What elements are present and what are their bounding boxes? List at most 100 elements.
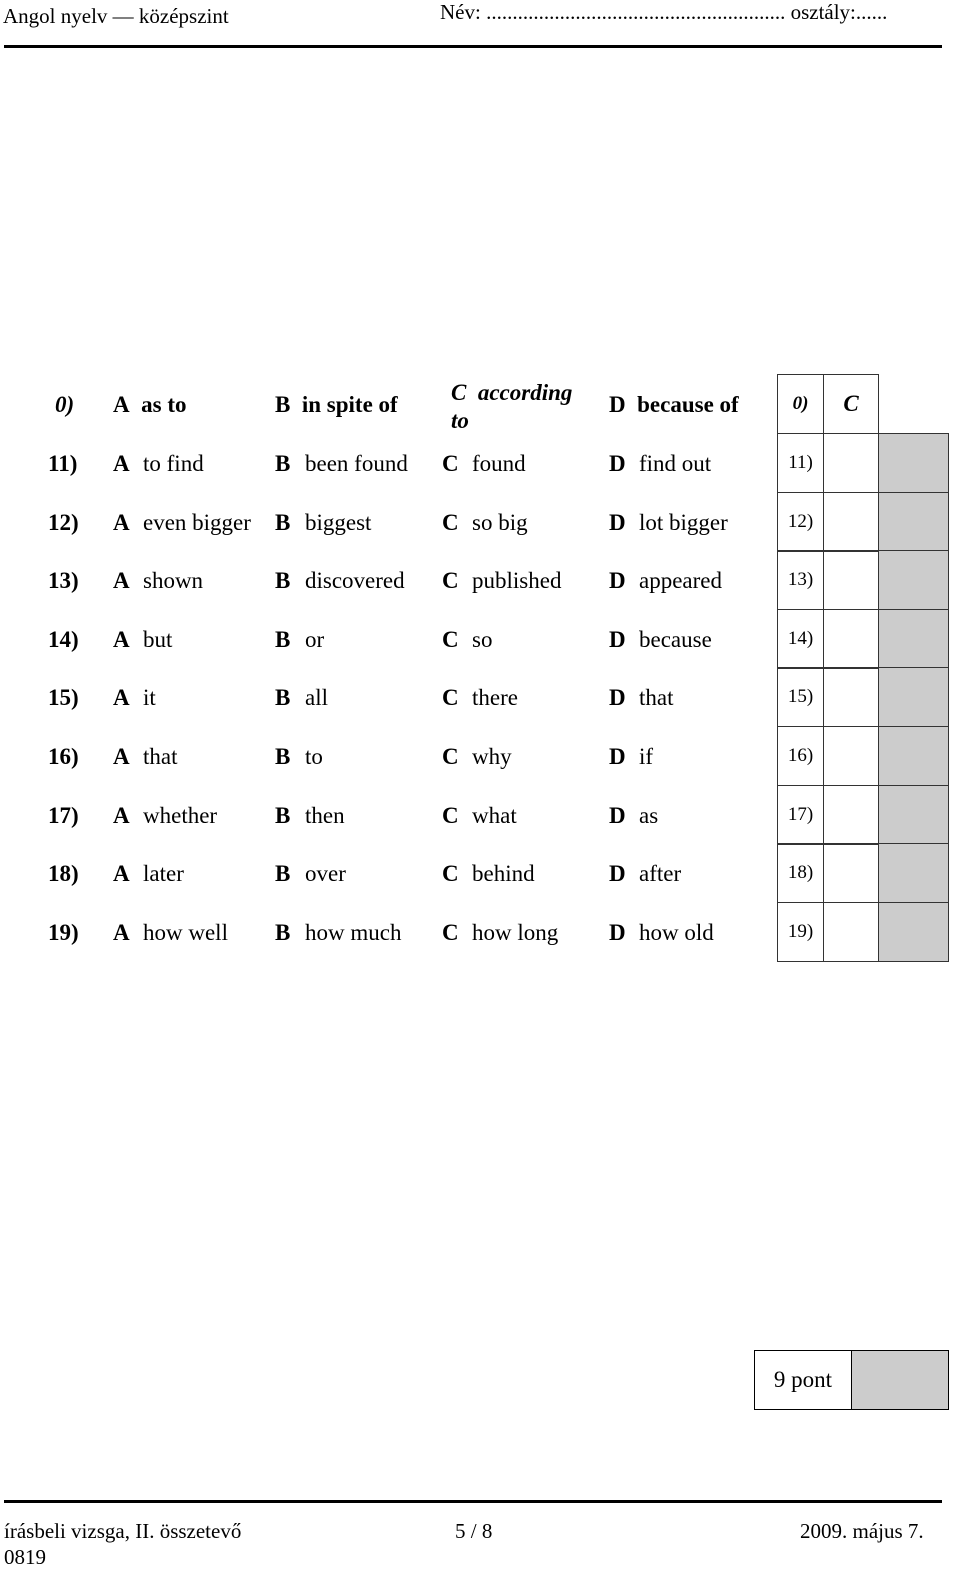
option-text: how much (305, 919, 402, 945)
score-input[interactable] (851, 1350, 949, 1410)
example-option-d: D because of (609, 392, 739, 418)
option-letter: C (442, 744, 459, 769)
question-number: 13) (48, 568, 79, 594)
answer-label: 16) (777, 726, 824, 786)
option-text: to find (143, 451, 204, 476)
question-row: 19) Ahow well Bhow much Chow long Dhow old (0, 904, 770, 962)
option-letter: C (442, 919, 459, 945)
option-text: as to (141, 392, 187, 417)
option-text: been found (305, 451, 408, 476)
option-letter: A (113, 802, 130, 828)
footer-rule (4, 1500, 942, 1503)
example-option-c: C according to (451, 379, 591, 435)
option-letter: B (275, 509, 291, 535)
option-text: found (472, 451, 526, 476)
header-rule (4, 45, 942, 48)
option-letter: C (442, 861, 459, 887)
score-cell (878, 843, 949, 904)
option-text: so (472, 626, 493, 652)
answer-label: 13) (777, 550, 824, 611)
option-letter: A (113, 509, 130, 535)
example-number: 0) (55, 392, 75, 417)
option-letter: B (275, 451, 291, 476)
option-letter: B (275, 392, 291, 417)
answer-input[interactable] (823, 491, 879, 552)
option-text: even bigger (143, 509, 251, 535)
answer-label: 14) (777, 608, 824, 669)
option-text: whether (143, 802, 218, 828)
option-text: but (143, 626, 173, 652)
example-answer: C (823, 374, 879, 434)
option-letter: B (275, 626, 291, 652)
footer-date: 2009. május 7. (800, 1519, 924, 1543)
question-number: 19) (48, 919, 79, 945)
option-text: to (305, 744, 323, 769)
option-letter: A (113, 568, 130, 594)
option-text: why (472, 744, 512, 769)
answer-input[interactable] (823, 726, 879, 786)
option-letter: D (609, 392, 626, 417)
answer-label: 18) (777, 843, 824, 904)
option-text: that (639, 685, 674, 711)
option-text: shown (143, 568, 204, 594)
option-text: after (639, 861, 682, 887)
option-text: in spite of (301, 392, 398, 417)
score-cell (878, 784, 949, 845)
score-label: 9 pont (754, 1350, 852, 1410)
option-text: so big (472, 509, 528, 535)
option-letter: B (275, 685, 291, 711)
score-cell (878, 726, 949, 786)
score-cell (878, 433, 949, 493)
question-number: 12) (48, 509, 79, 535)
question-number: 17) (48, 802, 79, 828)
option-text: because of (637, 392, 739, 417)
example-answer-label: 0) (777, 374, 824, 434)
question-row: 13) Ashown Bdiscovered Cpublished Dappeared (0, 552, 770, 610)
option-letter: B (275, 568, 291, 594)
option-text: discovered (305, 568, 405, 594)
answer-input[interactable] (823, 784, 879, 845)
option-text: biggest (305, 509, 372, 535)
answer-label: 15) (777, 667, 824, 728)
option-letter: C (442, 568, 459, 594)
score-cell (878, 608, 949, 669)
option-letter: A (113, 626, 130, 652)
option-letter: C (442, 509, 459, 535)
option-text: how well (143, 919, 228, 945)
option-letter: D (609, 509, 626, 535)
answer-input[interactable] (823, 433, 879, 493)
answer-input[interactable] (823, 667, 879, 728)
question-row: 16) Athat Bto Cwhy Dif (0, 728, 770, 786)
question-number: 11) (48, 451, 78, 476)
option-text: because (639, 626, 712, 652)
answer-label: 12) (777, 491, 824, 552)
question-row: 15) Ait Ball Cthere Dthat (0, 669, 770, 727)
option-text: that (143, 744, 178, 769)
answer-input[interactable] (823, 843, 879, 904)
option-text: behind (472, 861, 535, 887)
question-row: 11) Ato find Bbeen found Cfound Dfind out (0, 435, 770, 493)
option-letter: B (275, 861, 291, 887)
score-cell (878, 550, 949, 611)
answer-input[interactable] (823, 901, 879, 962)
option-letter: A (113, 392, 130, 417)
question-row: 14) Abut Bor Cso Dbecause (0, 611, 770, 669)
question-number: 18) (48, 861, 79, 887)
option-text: or (305, 626, 325, 652)
option-text: what (472, 802, 517, 828)
score-cell (878, 901, 949, 962)
option-text: all (305, 685, 328, 711)
footer-code: 0819 (4, 1545, 46, 1569)
answer-input[interactable] (823, 550, 879, 611)
answer-input[interactable] (823, 608, 879, 669)
score-cell (878, 491, 949, 552)
answer-label: 19) (777, 901, 824, 962)
option-text: appeared (639, 568, 722, 594)
option-text: if (639, 744, 654, 769)
option-letter: D (609, 861, 626, 887)
option-text: published (472, 568, 562, 594)
answer-label: 11) (777, 433, 824, 493)
option-text: over (305, 861, 346, 887)
option-letter: D (609, 626, 626, 652)
option-letter: B (275, 802, 291, 828)
